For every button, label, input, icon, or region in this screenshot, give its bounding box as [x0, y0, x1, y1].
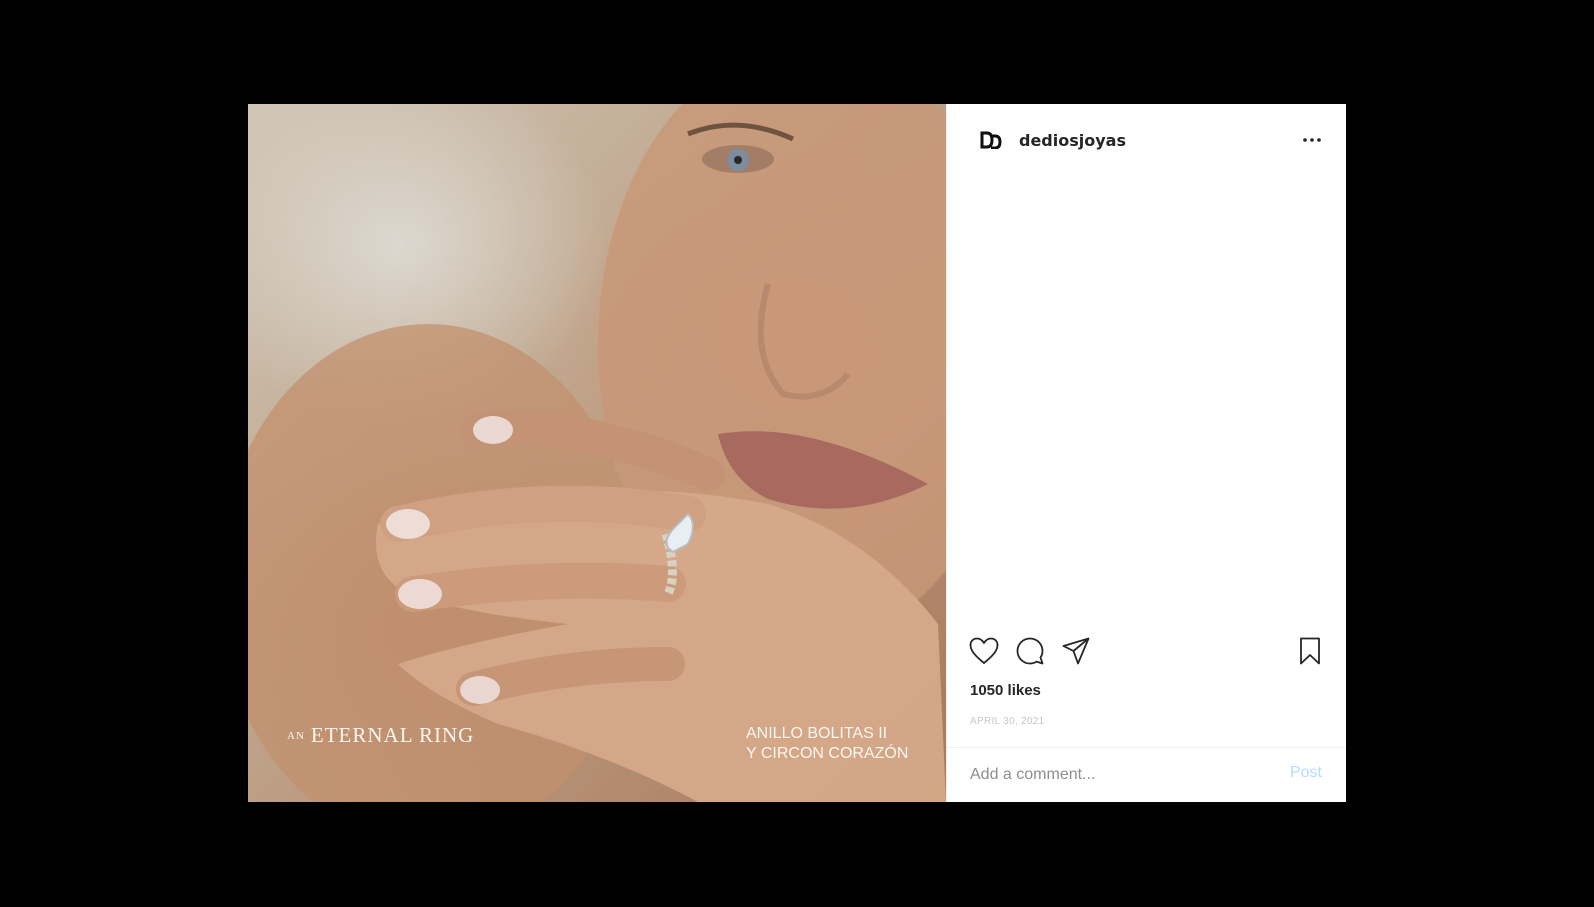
avatar[interactable] [979, 128, 1003, 152]
image-caption-line2: Y CIRCON CORAZÓN [746, 745, 909, 762]
more-options-button[interactable] [1300, 130, 1324, 150]
image-caption-line1: ANILLO BOLITAS II [746, 725, 888, 742]
like-button[interactable] [967, 634, 1001, 668]
image-caption-left: AN ETERNAL RING [287, 723, 474, 748]
share-button[interactable] [1059, 634, 1093, 668]
instagram-post-modal: AN ETERNAL RING ANILLO BOLITAS II Y CIRCO… [248, 104, 1346, 802]
comment-bar: Post [947, 747, 1346, 802]
send-icon [1062, 637, 1090, 665]
image-caption-title: ETERNAL RING [310, 723, 475, 747]
username[interactable]: dediosjoyas [1019, 131, 1126, 150]
bookmark-icon [1300, 637, 1320, 665]
post-image: AN ETERNAL RING ANILLO BOLITAS II Y CIRCO… [248, 104, 946, 802]
comment-button[interactable] [1013, 634, 1047, 668]
post-date[interactable]: APRIL 30, 2021 [970, 716, 1044, 727]
post-photo-illustration [248, 104, 946, 802]
image-caption-right: ANILLO BOLITAS II Y CIRCON CORAZÓN [746, 724, 908, 764]
likes-count[interactable]: 1050 likes [970, 682, 1041, 699]
comment-input[interactable] [970, 762, 1260, 788]
save-button[interactable] [1293, 634, 1327, 668]
post-side-panel: dediosjoyas 1050 likes APRIL 30, 2021 Ad… [946, 104, 1346, 802]
post-comment-button[interactable]: Post [1290, 764, 1322, 782]
comment-icon [1016, 637, 1044, 665]
more-options-icon [1303, 138, 1321, 142]
post-header: dediosjoyas [947, 104, 1346, 178]
image-caption-small: AN [287, 730, 305, 742]
brand-logo-icon [980, 131, 1002, 149]
heart-icon [969, 637, 999, 664]
post-actions [967, 634, 1327, 670]
